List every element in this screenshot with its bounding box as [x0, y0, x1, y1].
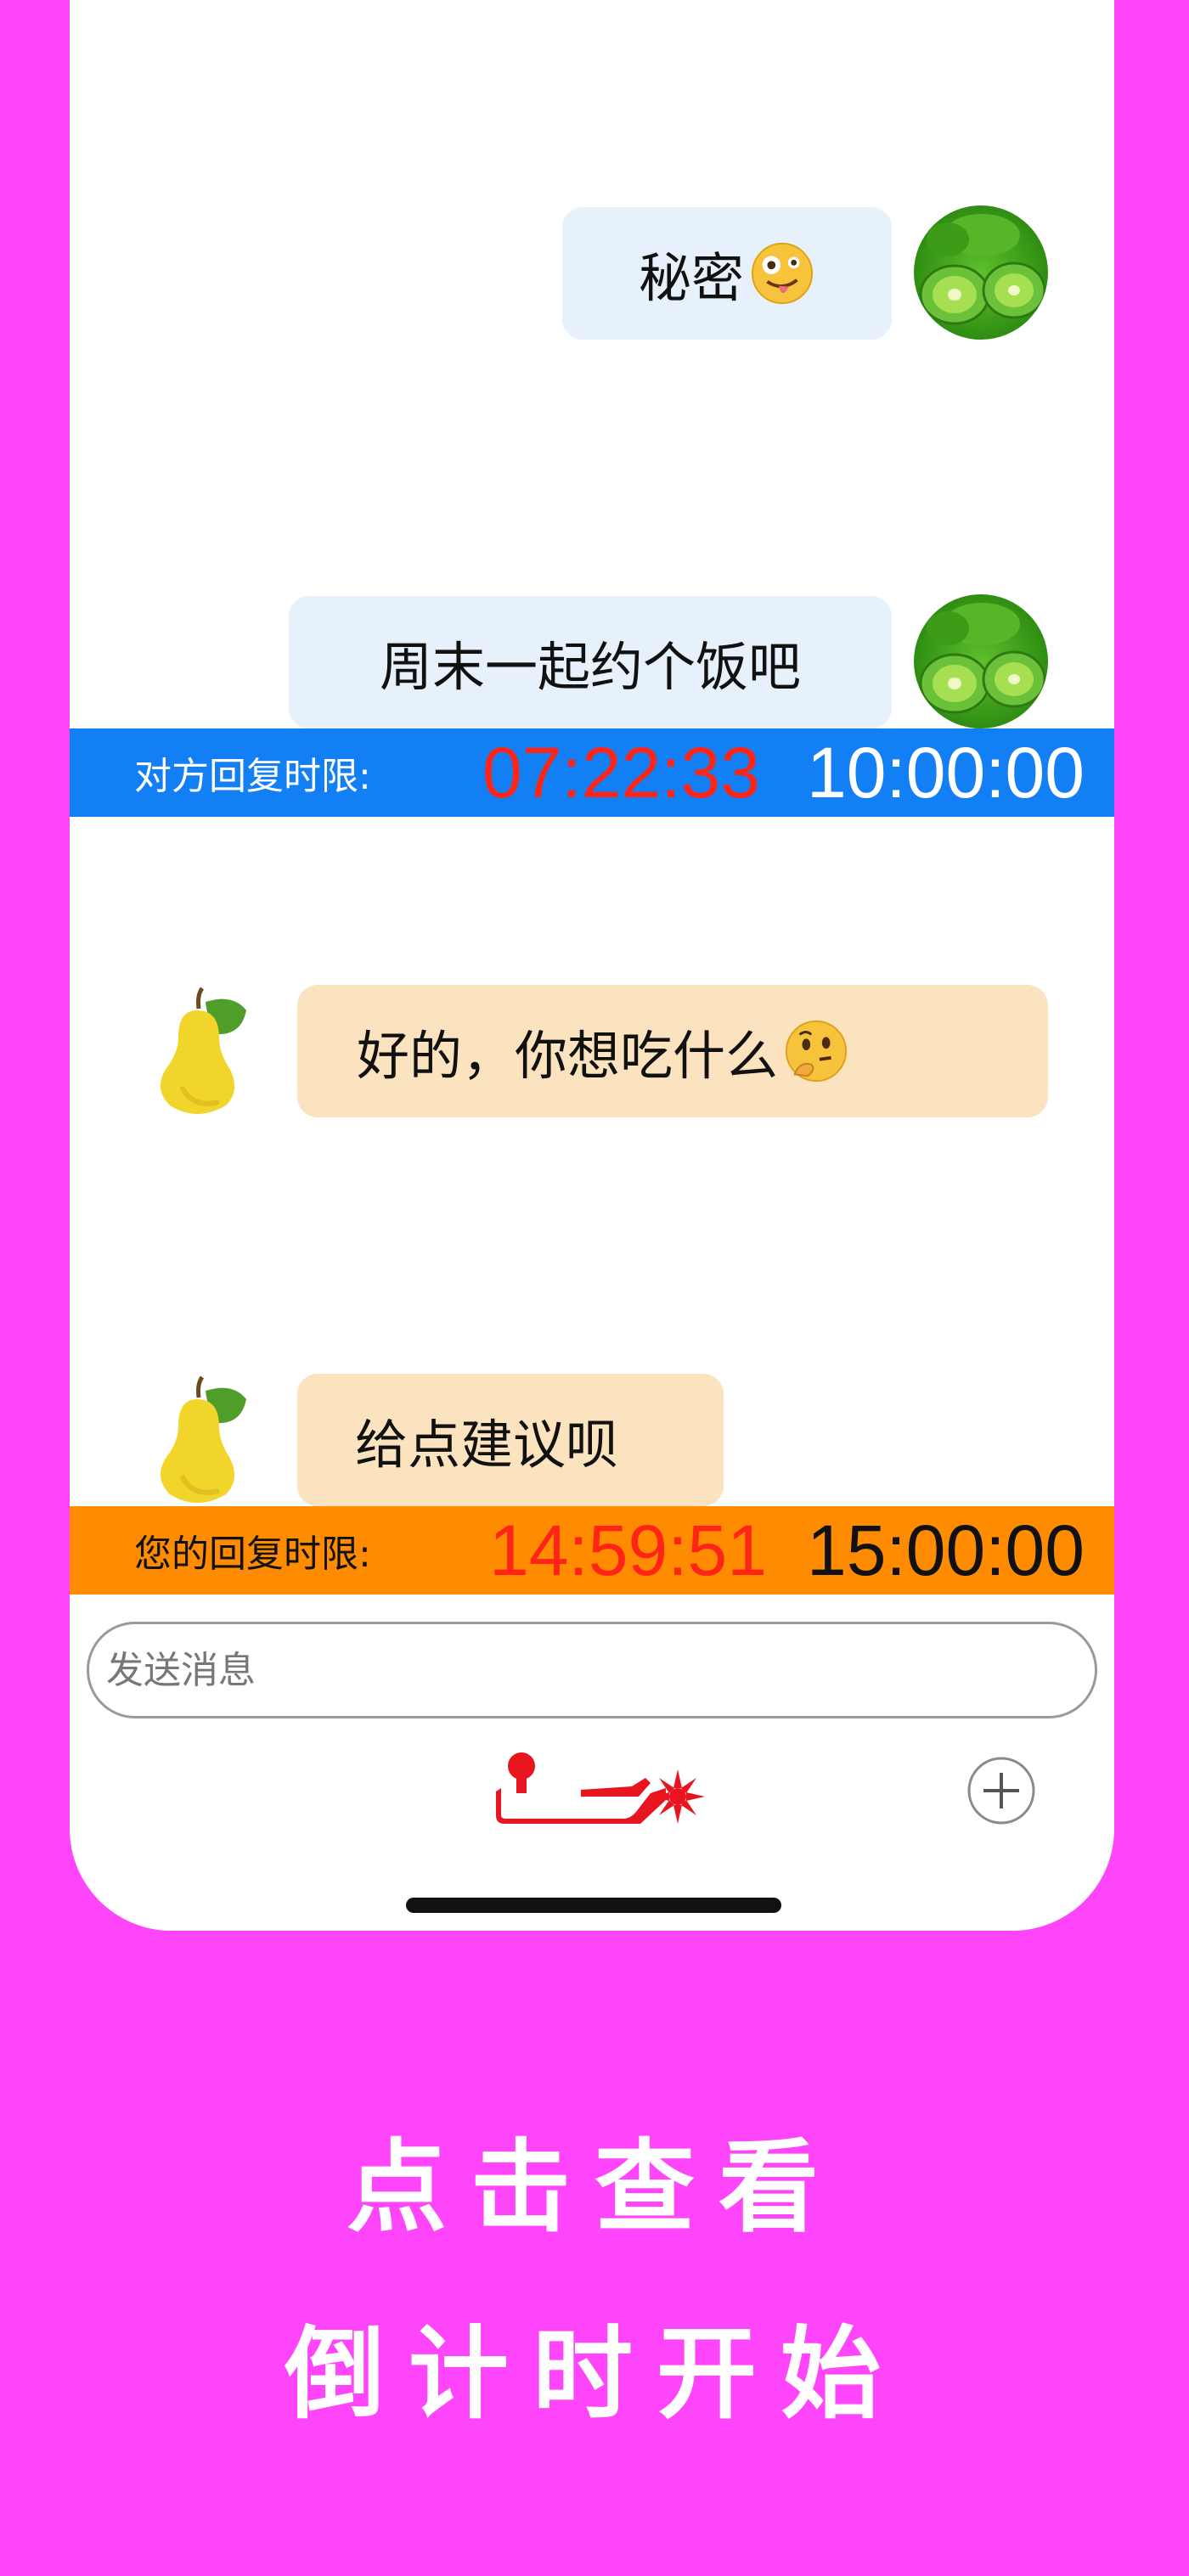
timer-total: 15:00:00: [807, 1510, 1085, 1590]
message-text: 周末一起约个饭吧: [379, 636, 801, 698]
kiwi-icon[interactable]: [914, 594, 1048, 728]
zany-face-emoji: [751, 242, 814, 305]
timer-total: 10:00:00: [807, 732, 1085, 813]
promo-line-2: 倒计时开始: [284, 2315, 904, 2433]
pear-icon[interactable]: [131, 1374, 265, 1508]
other-reply-timer-bar: 对方回复时限: 07:22:33 10:00:00: [70, 728, 1114, 817]
pear-icon[interactable]: [131, 985, 265, 1119]
spur-icon[interactable]: [496, 1741, 717, 1834]
plus-circle-icon[interactable]: [966, 1756, 1036, 1825]
timer-remaining: 14:59:51: [489, 1510, 767, 1590]
message-text: 给点建议呗: [355, 1414, 619, 1476]
message-bubble[interactable]: 周末一起约个饭吧: [289, 596, 892, 728]
message-bubble[interactable]: 好的，你想吃什么: [297, 985, 1048, 1117]
message-text: 秘密: [638, 247, 744, 309]
thinking-face-emoji: [785, 1020, 848, 1083]
timer-label: 对方回复时限:: [134, 755, 371, 798]
message-bubble[interactable]: 秘密: [562, 207, 892, 340]
message-input[interactable]: [87, 1622, 1097, 1718]
home-indicator[interactable]: [406, 1898, 781, 1913]
promo-line-1: 点击查看: [346, 2129, 842, 2246]
chat-screen: 秘密 周末一起约个饭吧 对方回复时限: 07:22:33 10:00:00 好的…: [70, 0, 1114, 1931]
message-bubble[interactable]: 给点建议呗: [297, 1374, 724, 1506]
timer-remaining: 07:22:33: [482, 732, 760, 813]
timer-label: 您的回复时限:: [134, 1533, 371, 1576]
my-reply-timer-bar: 您的回复时限: 14:59:51 15:00:00: [70, 1506, 1114, 1595]
kiwi-icon[interactable]: [914, 205, 1048, 340]
message-text: 好的，你想吃什么: [357, 1025, 779, 1087]
